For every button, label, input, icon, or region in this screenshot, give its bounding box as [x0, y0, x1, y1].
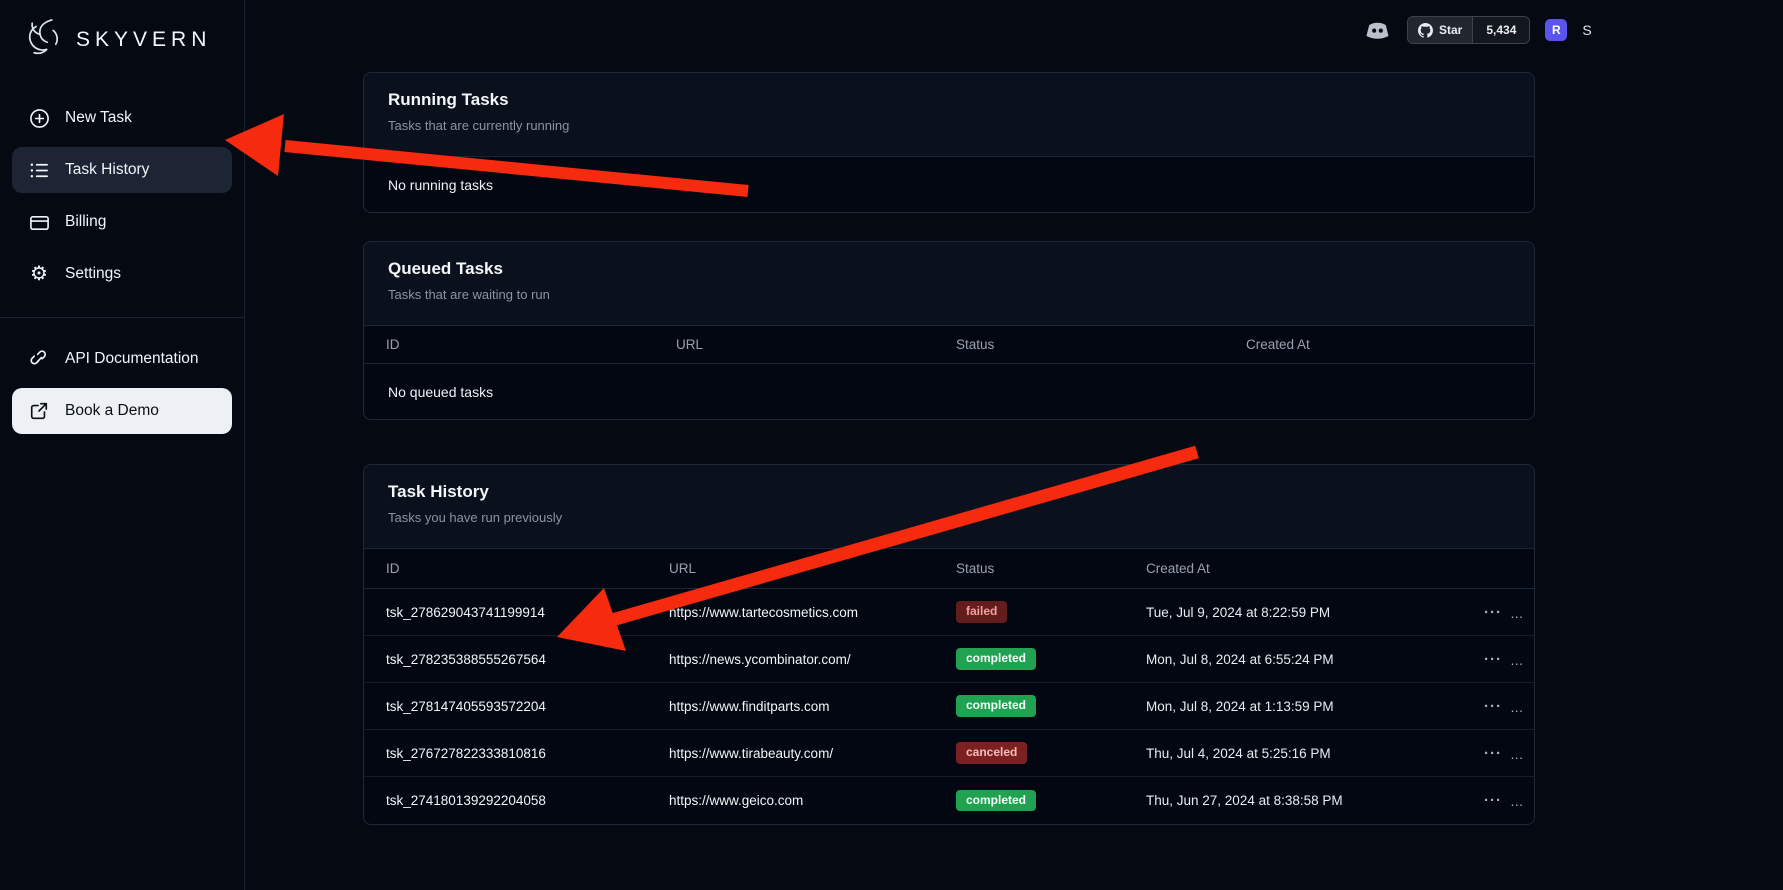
task-id-cell[interactable]: tsk_278147405593572204 — [386, 699, 669, 714]
running-tasks-header: Running Tasks Tasks that are currently r… — [364, 73, 1534, 157]
task-history-rows: tsk_278629043741199914 https://www.tarte… — [364, 589, 1534, 824]
task-id-cell[interactable]: tsk_278629043741199914 — [386, 605, 669, 620]
external-link-icon — [28, 400, 50, 422]
card-subtitle: Tasks you have run previously — [388, 510, 1510, 525]
task-created-cell: Mon, Jul 8, 2024 at 1:13:59 PM — [1146, 699, 1476, 714]
status-badge: failed — [956, 601, 1007, 623]
github-star-label: Star — [1439, 23, 1462, 37]
sidebar-item-new-task[interactable]: New Task — [12, 95, 232, 141]
sidebar-nav: New Task Task History Billing ⚙ Settings — [0, 95, 244, 434]
brand: SKYVERN — [0, 0, 244, 73]
sidebar-divider — [0, 317, 244, 318]
gear-icon: ⚙ — [28, 263, 50, 285]
table-row[interactable]: tsk_274180139292204058 https://www.geico… — [364, 777, 1534, 824]
table-row[interactable]: tsk_278629043741199914 https://www.tarte… — [364, 589, 1534, 636]
status-badge: canceled — [956, 742, 1027, 764]
task-history-header: Task History Tasks you have run previous… — [364, 465, 1534, 549]
column-header-id: ID — [386, 561, 669, 576]
username-partial[interactable]: S — [1582, 22, 1591, 38]
github-icon — [1418, 23, 1433, 38]
queued-tasks-empty: No queued tasks — [364, 364, 1534, 419]
column-header-url: URL — [669, 561, 956, 576]
brand-name: SKYVERN — [76, 28, 211, 52]
row-actions-button[interactable]: ··· — [1476, 788, 1510, 813]
table-row[interactable]: tsk_276727822333810816 https://www.tirab… — [364, 730, 1534, 777]
discord-icon[interactable] — [1364, 19, 1392, 41]
sidebar-item-label: Settings — [65, 265, 121, 283]
task-created-cell: Tue, Jul 9, 2024 at 8:22:59 PM — [1146, 605, 1476, 620]
avatar[interactable]: R — [1545, 19, 1567, 41]
card-title: Task History — [388, 482, 1510, 502]
link-icon — [28, 348, 50, 370]
table-row[interactable]: tsk_278147405593572204 https://www.findi… — [364, 683, 1534, 730]
sidebar: SKYVERN New Task Task History — [0, 0, 245, 890]
column-header-created-at: Created At — [1246, 337, 1534, 352]
task-url-cell: https://www.tirabeauty.com/ — [669, 746, 956, 761]
list-icon — [28, 159, 50, 181]
row-actions-button[interactable]: ··· — [1476, 741, 1510, 766]
plus-circle-icon — [28, 107, 50, 129]
status-badge: completed — [956, 790, 1036, 812]
row-actions-button[interactable]: ··· — [1476, 647, 1510, 672]
skyvern-logo-icon — [22, 16, 66, 63]
card-subtitle: Tasks that are waiting to run — [388, 287, 1510, 302]
github-star-button[interactable]: Star — [1408, 17, 1473, 43]
task-id-cell[interactable]: tsk_278235388555267564 — [386, 652, 669, 667]
running-tasks-card: Running Tasks Tasks that are currently r… — [363, 72, 1535, 213]
queued-tasks-card: Queued Tasks Tasks that are waiting to r… — [363, 241, 1535, 420]
column-header-status: Status — [956, 561, 1146, 576]
sidebar-item-book-a-demo[interactable]: Book a Demo — [12, 388, 232, 434]
table-row[interactable]: tsk_278235388555267564 https://news.ycom… — [364, 636, 1534, 683]
sidebar-item-label: Task History — [65, 161, 149, 179]
sidebar-item-label: Book a Demo — [65, 402, 159, 420]
task-id-cell[interactable]: tsk_274180139292204058 — [386, 793, 669, 808]
credit-card-icon — [28, 211, 50, 233]
github-star-widget[interactable]: Star 5,434 — [1407, 16, 1530, 44]
topbar: Star 5,434 R S — [1364, 16, 1592, 44]
queued-tasks-header: Queued Tasks Tasks that are waiting to r… — [364, 242, 1534, 326]
task-history-card: Task History Tasks you have run previous… — [363, 464, 1535, 825]
column-header-id: ID — [386, 337, 676, 352]
sidebar-item-task-history[interactable]: Task History — [12, 147, 232, 193]
sidebar-item-label: API Documentation — [65, 350, 199, 368]
task-created-cell: Thu, Jul 4, 2024 at 5:25:16 PM — [1146, 746, 1476, 761]
status-badge: completed — [956, 695, 1036, 717]
task-url-cell: https://news.ycombinator.com/ — [669, 652, 956, 667]
task-url-cell: https://www.finditparts.com — [669, 699, 956, 714]
running-tasks-empty: No running tasks — [364, 157, 1534, 212]
sidebar-item-label: New Task — [65, 109, 132, 127]
card-title: Running Tasks — [388, 90, 1510, 110]
sidebar-item-label: Billing — [65, 213, 106, 231]
card-title: Queued Tasks — [388, 259, 1510, 279]
task-history-table-header: ID URL Status Created At — [364, 549, 1534, 589]
status-badge: completed — [956, 648, 1036, 670]
column-header-url: URL — [676, 337, 956, 352]
card-subtitle: Tasks that are currently running — [388, 118, 1510, 133]
sidebar-item-api-documentation[interactable]: API Documentation — [12, 336, 232, 382]
sidebar-item-billing[interactable]: Billing — [12, 199, 232, 245]
task-created-cell: Mon, Jul 8, 2024 at 6:55:24 PM — [1146, 652, 1476, 667]
task-id-cell[interactable]: tsk_276727822333810816 — [386, 746, 669, 761]
task-url-cell: https://www.tartecosmetics.com — [669, 605, 956, 620]
task-created-cell: Thu, Jun 27, 2024 at 8:38:58 PM — [1146, 793, 1476, 808]
row-actions-button[interactable]: ··· — [1476, 694, 1510, 719]
queued-table-header: ID URL Status Created At — [364, 326, 1534, 364]
column-header-status: Status — [956, 337, 1246, 352]
sidebar-item-settings[interactable]: ⚙ Settings — [12, 251, 232, 297]
main-content: Running Tasks Tasks that are currently r… — [245, 0, 1783, 825]
github-star-count[interactable]: 5,434 — [1473, 17, 1529, 43]
row-actions-button[interactable]: ··· — [1476, 600, 1510, 625]
column-header-created-at: Created At — [1146, 561, 1476, 576]
task-url-cell: https://www.geico.com — [669, 793, 956, 808]
